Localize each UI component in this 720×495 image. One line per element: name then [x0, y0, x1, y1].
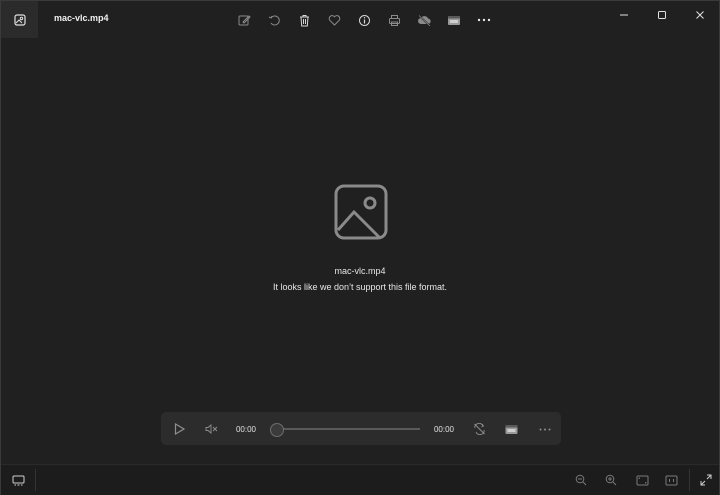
maximize-icon	[658, 11, 666, 19]
unsupported-format-message: It looks like we don’t support this file…	[272, 282, 448, 292]
close-button[interactable]	[681, 1, 719, 29]
file-title: mac-vlc.mp4	[54, 13, 109, 23]
repeat-off-icon	[473, 423, 485, 435]
file-name-label: mac-vlc.mp4	[334, 266, 386, 276]
edit-icon	[238, 14, 251, 25]
media-controls: 00:00 00:00	[161, 412, 561, 445]
rotate-icon	[268, 15, 280, 25]
video-editor-icon	[505, 424, 517, 434]
cloud-off-icon	[417, 14, 431, 27]
mute-button[interactable]	[203, 422, 219, 436]
more-icon	[539, 428, 551, 430]
title-bar: mac-vlc.mp4	[1, 1, 719, 38]
print-button[interactable]	[379, 9, 409, 31]
seek-track[interactable]	[276, 428, 420, 430]
info-button[interactable]	[349, 9, 379, 31]
photos-app-window: mac-vlc.mp4 mac-vlc.mp4 It looks like we…	[0, 0, 720, 495]
bottom-bar	[1, 464, 719, 495]
fit-window-icon	[636, 475, 648, 485]
zoom-in-icon	[605, 474, 617, 486]
minimize-icon	[620, 14, 628, 16]
favorite-icon	[328, 14, 340, 26]
cloud-button[interactable]	[409, 9, 439, 31]
actual-size-button[interactable]	[663, 473, 679, 487]
play-icon	[174, 423, 185, 435]
maximize-button[interactable]	[643, 1, 681, 29]
app-icon[interactable]	[1, 1, 38, 38]
divider	[689, 469, 690, 491]
rotate-button[interactable]	[259, 9, 289, 31]
unsupported-image-placeholder	[334, 184, 388, 245]
filmstrip-button[interactable]	[10, 473, 26, 487]
image-placeholder-icon	[334, 184, 388, 240]
play-button[interactable]	[171, 421, 187, 437]
print-icon	[388, 14, 400, 26]
zoom-out-button[interactable]	[573, 473, 589, 487]
seek-thumb[interactable]	[270, 423, 284, 437]
filmstrip-icon	[12, 475, 24, 485]
info-icon	[358, 14, 370, 26]
full-screen-button[interactable]	[698, 473, 714, 487]
favorite-button[interactable]	[319, 9, 349, 31]
edit-button[interactable]	[229, 9, 259, 31]
divider	[35, 469, 36, 491]
player-more-button[interactable]	[537, 422, 553, 436]
current-time: 00:00	[235, 424, 257, 434]
delete-button[interactable]	[289, 9, 319, 31]
actual-size-icon	[665, 475, 677, 485]
minimize-button[interactable]	[605, 1, 643, 29]
zoom-out-icon	[575, 474, 587, 486]
repeat-button[interactable]	[471, 422, 487, 436]
volume-muted-icon	[205, 424, 217, 434]
zoom-in-button[interactable]	[603, 473, 619, 487]
delete-icon	[299, 14, 309, 26]
expand-icon	[700, 474, 712, 486]
toolbar	[229, 9, 499, 31]
video-editor-icon	[448, 16, 460, 25]
open-editor-button[interactable]	[503, 422, 519, 436]
more-icon	[477, 18, 491, 22]
photos-app-icon	[13, 13, 26, 26]
close-icon	[696, 11, 704, 19]
more-button[interactable]	[469, 9, 499, 31]
fit-to-window-button[interactable]	[634, 473, 650, 487]
window-controls	[605, 1, 719, 29]
total-time: 00:00	[433, 424, 455, 434]
video-editor-button[interactable]	[439, 9, 469, 31]
